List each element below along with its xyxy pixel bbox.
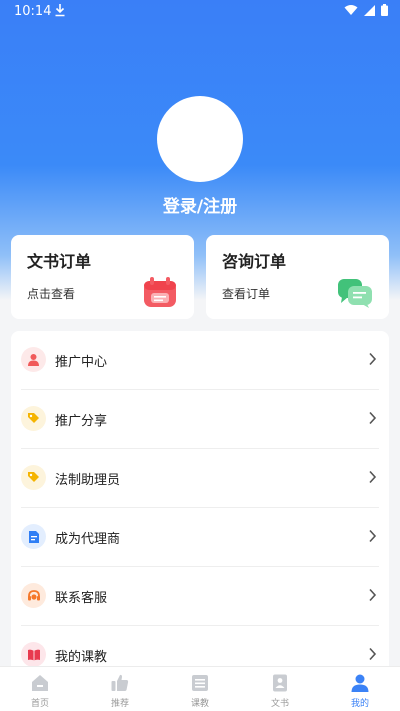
menu-item-label: 我的课教 [55, 650, 108, 665]
menu-item-label: 法制助理员 [55, 473, 121, 488]
login-register-link[interactable]: 登录/注册 [0, 192, 400, 217]
chevron-right-icon [369, 352, 377, 366]
thumbs-up-icon [111, 674, 129, 691]
headset-icon [21, 583, 46, 608]
tab-label: 首页 [30, 699, 49, 709]
tab-documents[interactable]: 文书 [240, 667, 320, 711]
tag-icon [21, 406, 46, 431]
battery-icon [381, 4, 388, 16]
list-icon [192, 675, 208, 691]
consult-orders-subtitle: 查看订单 [222, 287, 271, 301]
home-icon [32, 675, 48, 691]
tab-label: 课教 [190, 699, 209, 709]
tab-label: 我的 [350, 699, 369, 709]
status-bar: 10:14 [0, 0, 400, 24]
menu-item-customer-service[interactable]: 联系客服 [11, 567, 389, 626]
person-icon [351, 674, 369, 692]
bottom-tab-bar: 首页 推荐 课教 文书 我的 [0, 666, 400, 711]
menu-item-promotion-share[interactable]: 推广分享 [11, 390, 389, 449]
tab-home[interactable]: 首页 [0, 667, 80, 711]
chevron-right-icon [369, 529, 377, 543]
document-orders-card[interactable]: 文书订单 点击查看 [11, 235, 194, 319]
status-time: 10:14 [14, 4, 52, 19]
wifi-icon [344, 5, 358, 15]
download-icon [55, 4, 65, 17]
menu-item-label: 成为代理商 [55, 532, 121, 547]
tab-mine[interactable]: 我的 [320, 667, 400, 711]
menu-item-label: 联系客服 [55, 591, 108, 606]
chevron-right-icon [369, 411, 377, 425]
avatar[interactable] [157, 96, 243, 182]
menu-item-legal-assistant[interactable]: 法制助理员 [11, 449, 389, 508]
calendar-icon [144, 277, 176, 307]
menu-item-label: 推广中心 [55, 355, 108, 370]
chat-bubbles-icon [338, 279, 372, 308]
menu-item-label: 推广分享 [55, 414, 108, 429]
consult-orders-title: 咨询订单 [222, 252, 287, 271]
chevron-right-icon [369, 470, 377, 484]
menu-list: 推广中心 推广分享 法制助理员 成为代理商 联系客服 我的课教 [11, 331, 389, 691]
signal-icon [364, 4, 375, 16]
tab-label: 文书 [270, 699, 289, 709]
document-orders-title: 文书订单 [27, 252, 92, 271]
document-icon [21, 524, 46, 549]
tab-recommend[interactable]: 推荐 [80, 667, 160, 711]
menu-item-promotion-center[interactable]: 推广中心 [11, 331, 389, 390]
chevron-right-icon [369, 588, 377, 602]
document-orders-subtitle: 点击查看 [27, 287, 76, 301]
tag-icon [21, 465, 46, 490]
tab-label: 推荐 [110, 699, 129, 709]
book-icon [21, 642, 46, 667]
document-icon [273, 674, 287, 692]
consult-orders-card[interactable]: 咨询订单 查看订单 [206, 235, 389, 319]
chevron-right-icon [369, 647, 377, 661]
tab-courses[interactable]: 课教 [160, 667, 240, 711]
menu-item-become-agent[interactable]: 成为代理商 [11, 508, 389, 567]
user-icon [21, 347, 46, 372]
